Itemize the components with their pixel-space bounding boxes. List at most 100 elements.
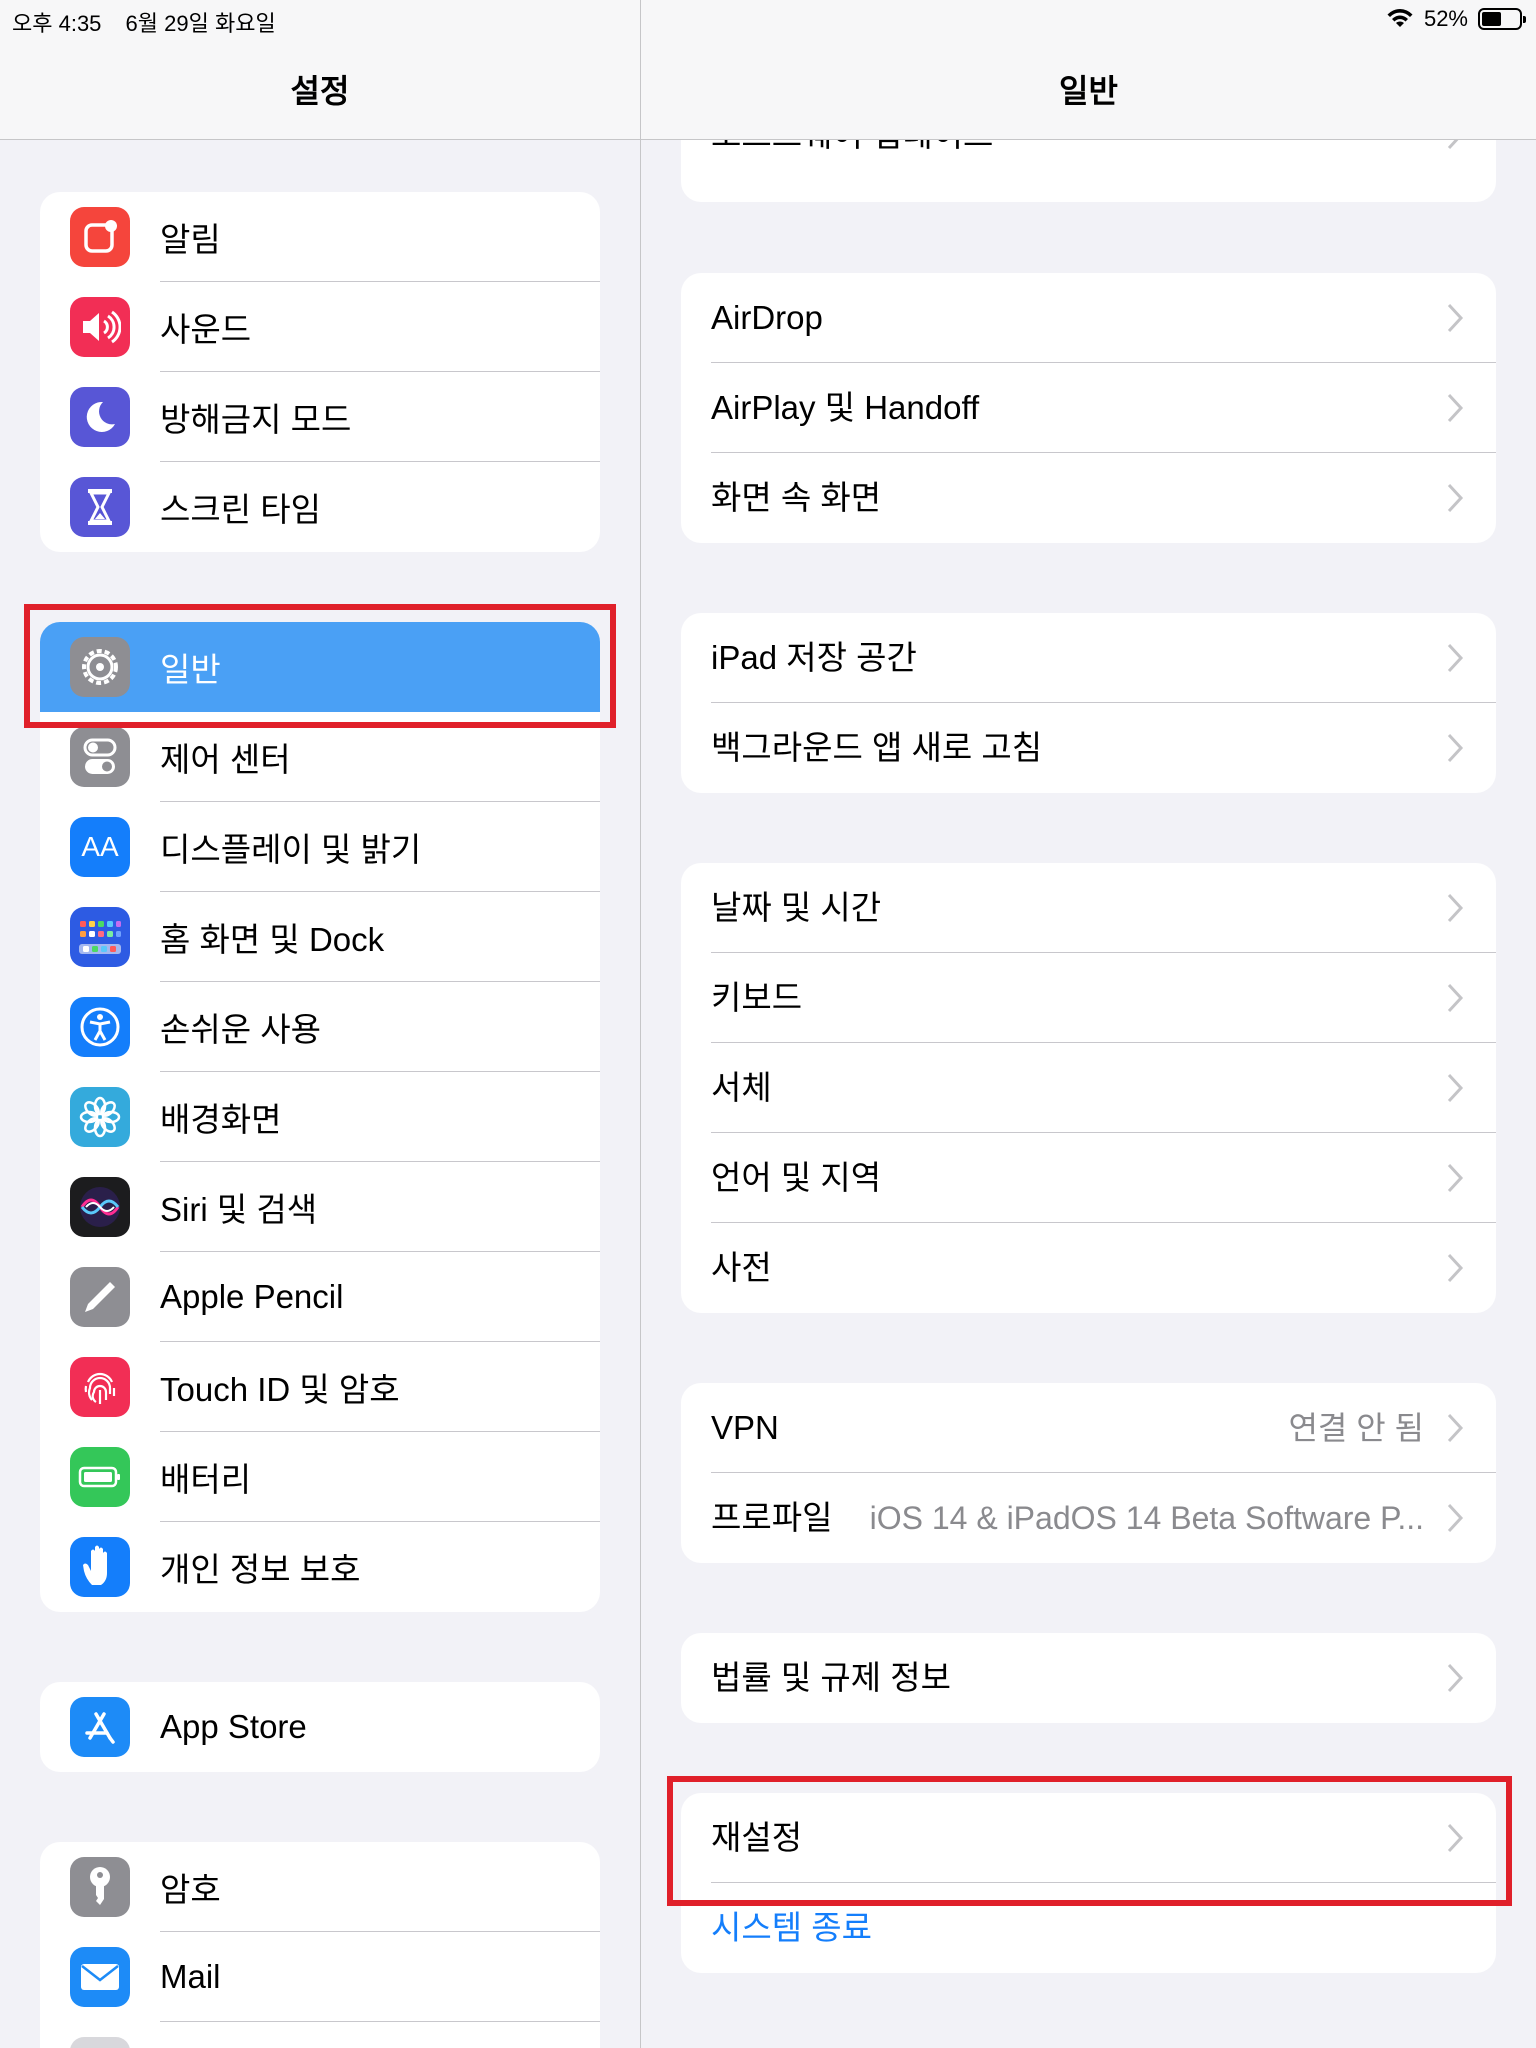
sidebar-item-sound[interactable]: 사운드 [40, 282, 600, 372]
row-picture-in-picture[interactable]: 화면 속 화면 [681, 453, 1496, 543]
sidebar-item-next[interactable] [40, 2022, 600, 2048]
sidebar-item-label: 스크린 타임 [160, 491, 321, 528]
chevron-right-icon [1447, 303, 1464, 333]
sidebar-item-mail[interactable]: Mail [40, 1932, 600, 2022]
sidebar-item-screen-time[interactable]: 스크린 타임 [40, 462, 600, 552]
sidebar-item-label: 제어 센터 [160, 741, 291, 778]
chevron-right-icon [1447, 1413, 1464, 1443]
sidebar-item-do-not-disturb[interactable]: 방해금지 모드 [40, 372, 600, 462]
row-label: 언어 및 지역 [711, 1159, 882, 1196]
app-store-icon [70, 1697, 130, 1757]
pane-divider [640, 0, 641, 2048]
contacts-icon [70, 2037, 130, 2048]
row-label: 법률 및 규제 정보 [711, 1659, 952, 1696]
sidebar-item-app-store[interactable]: App Store [40, 1682, 600, 1772]
moon-icon [70, 387, 130, 447]
status-time: 오후 4:35 [12, 11, 102, 36]
chevron-right-icon [1447, 893, 1464, 923]
flower-icon [70, 1087, 130, 1147]
row-fonts[interactable]: 서체 [681, 1043, 1496, 1133]
row-dictionary[interactable]: 사전 [681, 1223, 1496, 1313]
toggle-icon [70, 727, 130, 787]
chevron-right-icon [1447, 483, 1464, 513]
sidebar-item-touch-id[interactable]: Touch ID 및 암호 [40, 1342, 600, 1432]
sidebar-item-label: 개인 정보 보호 [160, 1551, 361, 1588]
sidebar-item-passwords[interactable]: 암호 [40, 1842, 600, 1932]
row-date-time[interactable]: 날짜 및 시간 [681, 863, 1496, 953]
sidebar-item-label: 손쉬운 사용 [160, 1011, 321, 1048]
detail-group-3: iPad 저장 공간 백그라운드 앱 새로 고침 [681, 613, 1496, 793]
detail-group-6: 법률 및 규제 정보 [681, 1633, 1496, 1723]
sidebar-item-general[interactable]: 일반 [40, 622, 600, 712]
row-label: AirDrop [711, 299, 823, 336]
row-airdrop[interactable]: AirDrop [681, 273, 1496, 363]
row-label: iPad 저장 공간 [711, 639, 917, 676]
sidebar-item-control-center[interactable]: 제어 센터 [40, 712, 600, 802]
profile-value: iOS 14 & iPadOS 14 Beta Software P... [869, 1500, 1424, 1536]
siri-icon [70, 1177, 130, 1237]
detail-group-7: 재설정 시스템 종료 [681, 1793, 1496, 1973]
sidebar-item-label: 일반 [160, 651, 221, 688]
sidebar-item-privacy[interactable]: 개인 정보 보호 [40, 1522, 600, 1612]
sidebar-item-notifications[interactable]: 알림 [40, 192, 600, 282]
row-label: 백그라운드 앱 새로 고침 [711, 729, 1043, 766]
battery-icon [70, 1447, 130, 1507]
row-background-refresh[interactable]: 백그라운드 앱 새로 고침 [681, 703, 1496, 793]
chevron-right-icon [1447, 1253, 1464, 1283]
general-detail-pane: 일반 소프트웨어 업데이트 AirDrop AirPlay 및 Handoff … [641, 0, 1536, 2048]
sidebar-item-siri[interactable]: Siri 및 검색 [40, 1162, 600, 1252]
row-legal[interactable]: 법률 및 규제 정보 [681, 1633, 1496, 1723]
sidebar-item-home-screen[interactable]: 홈 화면 및 Dock [40, 892, 600, 982]
row-language-region[interactable]: 언어 및 지역 [681, 1133, 1496, 1223]
sidebar-item-label: 디스플레이 및 밝기 [160, 831, 422, 868]
row-label: 서체 [711, 1069, 772, 1106]
sidebar-item-label: Siri 및 검색 [160, 1191, 318, 1228]
sidebar-item-apple-pencil[interactable]: Apple Pencil [40, 1252, 600, 1342]
sidebar-item-label: 배터리 [160, 1461, 252, 1498]
row-airplay-handoff[interactable]: AirPlay 및 Handoff [681, 363, 1496, 453]
sidebar-group-4: 암호 Mail [40, 1842, 600, 2048]
row-label: AirPlay 및 Handoff [711, 389, 980, 426]
sidebar-item-accessibility[interactable]: 손쉬운 사용 [40, 982, 600, 1072]
row-label: 화면 속 화면 [711, 479, 882, 516]
pencil-icon [70, 1267, 130, 1327]
sidebar-item-display[interactable]: AA 디스플레이 및 밝기 [40, 802, 600, 892]
chevron-right-icon [1447, 983, 1464, 1013]
row-keyboard[interactable]: 키보드 [681, 953, 1496, 1043]
status-date: 6월 29일 화요일 [125, 11, 276, 36]
battery-indicator-icon [1478, 8, 1526, 30]
sidebar-title: 설정 [290, 73, 350, 109]
sidebar-item-battery[interactable]: 배터리 [40, 1432, 600, 1522]
status-right: 52% [1386, 6, 1526, 32]
row-profile[interactable]: 프로파일 iOS 14 & iPadOS 14 Beta Software P.… [681, 1473, 1496, 1563]
sidebar-item-label: 방해금지 모드 [160, 401, 352, 438]
sidebar-item-label: App Store [160, 1708, 307, 1745]
chevron-right-icon [1447, 1073, 1464, 1103]
chevron-right-icon [1447, 1163, 1464, 1193]
sidebar-item-label: 홈 화면 및 Dock [160, 921, 385, 958]
row-label: 키보드 [711, 979, 803, 1016]
detail-group-4: 날짜 및 시간 키보드 서체 언어 및 지역 사전 [681, 863, 1496, 1313]
row-ipad-storage[interactable]: iPad 저장 공간 [681, 613, 1496, 703]
sidebar-item-wallpaper[interactable]: 배경화면 [40, 1072, 600, 1162]
fingerprint-icon [70, 1357, 130, 1417]
shut-down-link[interactable]: 시스템 종료 [711, 1883, 872, 1973]
row-shut-down[interactable]: 시스템 종료 [681, 1883, 1496, 1973]
sidebar-item-label: 암호 [160, 1871, 221, 1908]
status-bar: 오후 4:35 6월 29일 화요일 52% [0, 0, 1536, 38]
row-vpn[interactable]: VPN 연결 안 됨 [681, 1383, 1496, 1473]
sidebar-group-1: 알림 사운드 방해금지 모드 스크린 타임 [40, 192, 600, 552]
settings-sidebar: 설정 알림 사운드 방해금지 모드 스크린 타임 일반 제어 센터 AA 디스플… [0, 0, 640, 2048]
sidebar-group-3: App Store [40, 1682, 600, 1772]
chevron-right-icon [1447, 1823, 1464, 1853]
row-reset[interactable]: 재설정 [681, 1793, 1496, 1883]
row-label: 사전 [711, 1249, 772, 1286]
detail-group-5: VPN 연결 안 됨 프로파일 iOS 14 & iPadOS 14 Beta … [681, 1383, 1496, 1563]
chevron-right-icon [1447, 733, 1464, 763]
vpn-status-value: 연결 안 됨 [1288, 1410, 1424, 1446]
row-label: 날짜 및 시간 [711, 889, 882, 926]
battery-percent: 52% [1423, 6, 1468, 31]
notification-icon [70, 207, 130, 267]
home-grid-icon [70, 907, 130, 967]
detail-title: 일반 [1059, 73, 1118, 109]
